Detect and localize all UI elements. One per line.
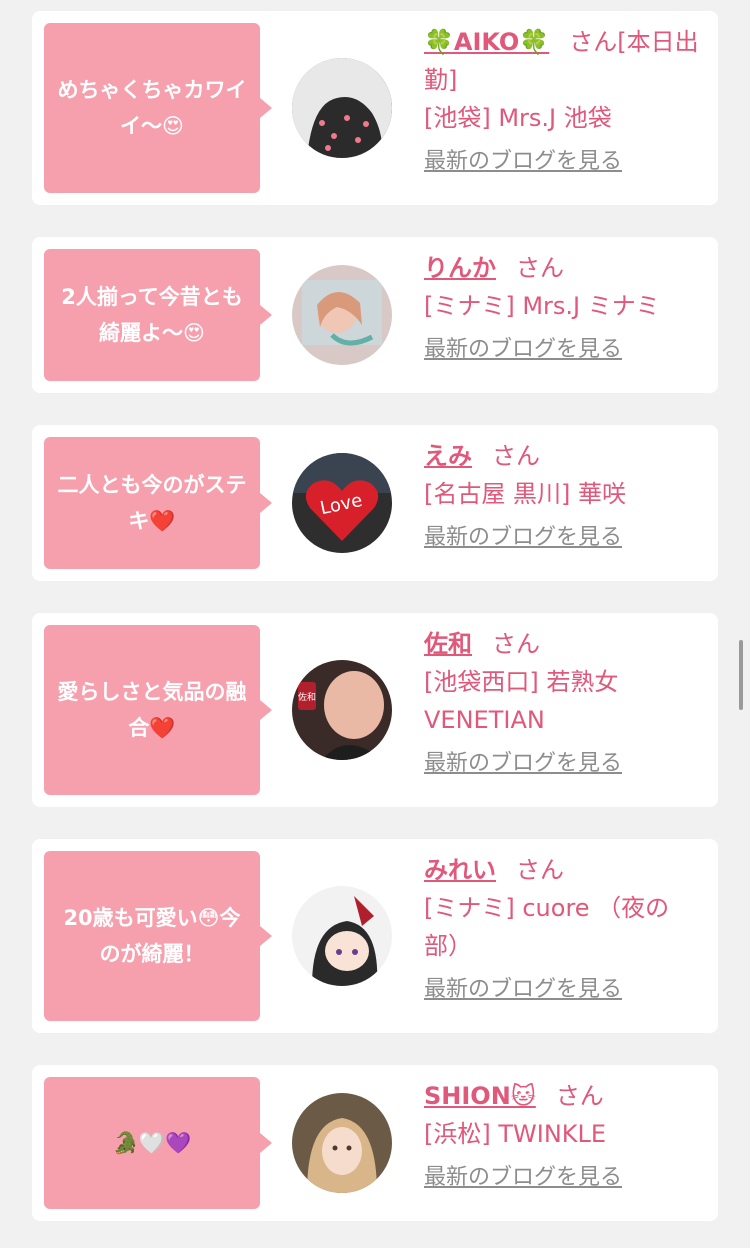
avatar[interactable] <box>292 886 392 986</box>
avatar[interactable] <box>292 58 392 158</box>
avatar-photo-icon <box>292 1093 392 1193</box>
comment-text: 2人揃って今昔とも綺麗よ〜😍 <box>61 285 243 345</box>
comment-bubble: 20歳も可愛い😳今のが綺麗！ <box>44 851 272 1021</box>
comment-bubble: 二人とも今のがステキ❤️ <box>44 437 272 569</box>
girl-suffix: さん <box>516 254 564 282</box>
avatar[interactable] <box>292 1093 392 1193</box>
shop-name: [浜松] TWINKLE <box>424 1120 607 1148</box>
avatar-photo-icon <box>292 58 392 158</box>
shop-name: [池袋西口] 若熟女VENETIAN <box>424 668 619 734</box>
girl-suffix: さん <box>492 630 540 658</box>
anime-character-avatar-icon <box>292 886 392 986</box>
girl-name-link[interactable]: 佐和 <box>424 630 472 658</box>
girl-name-link[interactable]: SHION🐱 <box>424 1082 536 1110</box>
avatar[interactable]: 佐和 <box>292 660 392 760</box>
blog-link[interactable]: 最新のブログを見る <box>424 1163 622 1193</box>
girl-suffix: さん <box>516 856 564 884</box>
blog-link[interactable]: 最新のブログを見る <box>424 335 622 365</box>
blog-link[interactable]: 最新のブログを見る <box>424 523 622 553</box>
shop-name: [池袋] Mrs.J 池袋 <box>424 104 612 132</box>
comment-bubble: めちゃくちゃカワイイ〜😍 <box>44 23 272 193</box>
girl-card: 🐊🤍💜 SHION🐱 さん [浜松] TWINKLE 最新のブログを見る <box>32 1065 718 1221</box>
blog-link[interactable]: 最新のブログを見る <box>424 147 622 177</box>
girl-name-link[interactable]: 🍀AIKO🍀 <box>424 28 549 56</box>
shop-name: [名古屋 黒川] 華咲 <box>424 480 626 508</box>
shop-name: [ミナミ] cuore （夜の部） <box>424 894 670 960</box>
comment-text: めちゃくちゃカワイイ〜😍 <box>57 78 247 138</box>
girl-info: 🍀AIKO🍀 さん[本日出勤] [池袋] Mrs.J 池袋 最新のブログを見る <box>424 23 704 179</box>
girl-info: SHION🐱 さん [浜松] TWINKLE 最新のブログを見る <box>424 1077 704 1195</box>
avatar-photo-icon <box>292 265 392 365</box>
comment-bubble: 愛らしさと気品の融合❤️ <box>44 625 272 795</box>
girl-info: 佐和 さん [池袋西口] 若熟女VENETIAN 最新のブログを見る <box>424 625 704 781</box>
girl-info: りんか さん [ミナミ] Mrs.J ミナミ 最新のブログを見る <box>424 249 704 367</box>
girl-card: めちゃくちゃカワイイ〜😍 🍀AIKO🍀 さん[本日出勤] [池袋] Mrs.J 池… <box>32 11 718 205</box>
comment-text: 愛らしさと気品の融合❤️ <box>57 680 247 740</box>
love-heart-avatar-icon: Love <box>292 453 392 553</box>
girl-info: えみ さん [名古屋 黒川] 華咲 最新のブログを見る <box>424 437 704 555</box>
girl-suffix: さん <box>555 1082 604 1110</box>
avatar-photo-icon: 佐和 <box>292 660 392 760</box>
comment-text: 🐊🤍💜 <box>112 1131 192 1155</box>
svg-text:佐和: 佐和 <box>298 691 316 703</box>
blog-link[interactable]: 最新のブログを見る <box>424 975 622 1005</box>
avatar[interactable]: Love <box>292 453 392 553</box>
girl-name-link[interactable]: みれい <box>424 856 496 884</box>
girl-info: みれい さん [ミナミ] cuore （夜の部） 最新のブログを見る <box>424 851 704 1007</box>
comment-text: 20歳も可愛い😳今のが綺麗！ <box>63 906 241 966</box>
girl-card: 愛らしさと気品の融合❤️ 佐和 佐和 さん [池袋西口] 若熟女VENETIAN … <box>32 613 718 807</box>
girl-suffix: さん <box>492 442 540 470</box>
comment-text: 二人とも今のがステキ❤️ <box>57 473 247 533</box>
blog-link[interactable]: 最新のブログを見る <box>424 749 622 779</box>
comment-bubble: 🐊🤍💜 <box>44 1077 272 1209</box>
avatar[interactable] <box>292 265 392 365</box>
girl-name-link[interactable]: りんか <box>424 254 496 282</box>
girl-card: 20歳も可愛い😳今のが綺麗！ みれい さん [ミナミ] cuore （夜の部） 最… <box>32 839 718 1033</box>
girl-card: 二人とも今のがステキ❤️ Love えみ さん [名古屋 黒川] 華咲 最新のブロ… <box>32 425 718 581</box>
comment-bubble: 2人揃って今昔とも綺麗よ〜😍 <box>44 249 272 381</box>
girl-name-link[interactable]: えみ <box>424 442 472 470</box>
girl-card: 2人揃って今昔とも綺麗よ〜😍 りんか さん [ミナミ] Mrs.J ミナミ 最新の… <box>32 237 718 393</box>
shop-name: [ミナミ] Mrs.J ミナミ <box>424 292 660 320</box>
scrollbar[interactable] <box>739 640 743 710</box>
